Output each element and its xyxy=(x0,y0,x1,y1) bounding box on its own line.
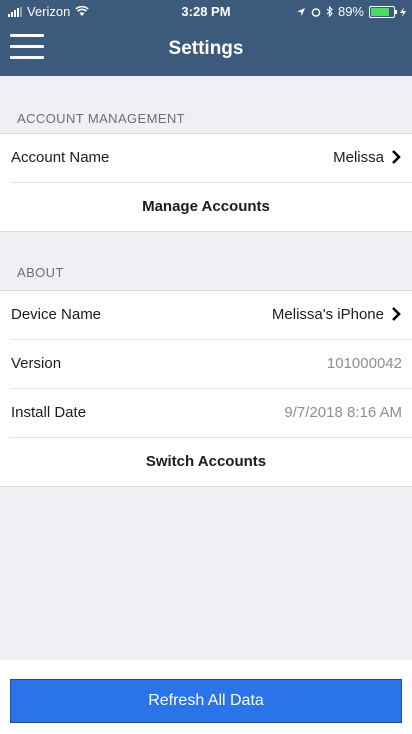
chevron-right-icon xyxy=(392,307,401,321)
device-name-label: Device Name xyxy=(11,306,102,323)
page-title: Settings xyxy=(168,38,244,59)
status-right: 89% xyxy=(296,4,406,19)
account-name-label: Account Name xyxy=(11,149,110,166)
charging-icon xyxy=(400,6,406,17)
manage-accounts-button[interactable]: Manage Accounts xyxy=(0,183,412,231)
account-name-value: Melissa xyxy=(333,149,384,166)
install-date-label: Install Date xyxy=(11,404,87,421)
install-date-value: 9/7/2018 8:16 AM xyxy=(284,404,402,421)
version-row: Version 101000042 xyxy=(10,340,412,389)
install-date-row: Install Date 9/7/2018 8:16 AM xyxy=(10,389,412,438)
nav-bar: Verizon 3:28 PM 89% Settings xyxy=(0,0,412,76)
battery-fill xyxy=(371,7,389,16)
location-icon xyxy=(296,7,305,16)
about-group: Device Name Melissa's iPhone Version 101… xyxy=(0,290,412,487)
battery-icon xyxy=(369,5,397,18)
section-header-about: ABOUT xyxy=(17,265,64,280)
battery-percent: 89% xyxy=(337,4,364,19)
account-name-row[interactable]: Account Name Melissa xyxy=(10,134,412,183)
account-management-group: Account Name Melissa Manage Accounts xyxy=(0,133,412,232)
version-value: 101000042 xyxy=(326,355,402,372)
section-header-account-management: ACCOUNT MANAGEMENT xyxy=(17,111,186,126)
manage-accounts-label: Manage Accounts xyxy=(142,198,270,215)
status-bar: Verizon 3:28 PM 89% xyxy=(0,0,412,22)
switch-accounts-label: Switch Accounts xyxy=(145,453,267,470)
chevron-right-icon xyxy=(392,150,401,164)
device-name-value: Melissa's iPhone xyxy=(271,306,384,323)
version-label: Version xyxy=(11,355,62,372)
bluetooth-icon xyxy=(326,6,333,17)
footer: Refresh All Data xyxy=(0,660,412,734)
alarm-icon xyxy=(311,7,321,17)
refresh-all-data-button[interactable]: Refresh All Data xyxy=(10,679,402,723)
device-name-row[interactable]: Device Name Melissa's iPhone xyxy=(10,291,412,340)
switch-accounts-button[interactable]: Switch Accounts xyxy=(0,438,412,486)
